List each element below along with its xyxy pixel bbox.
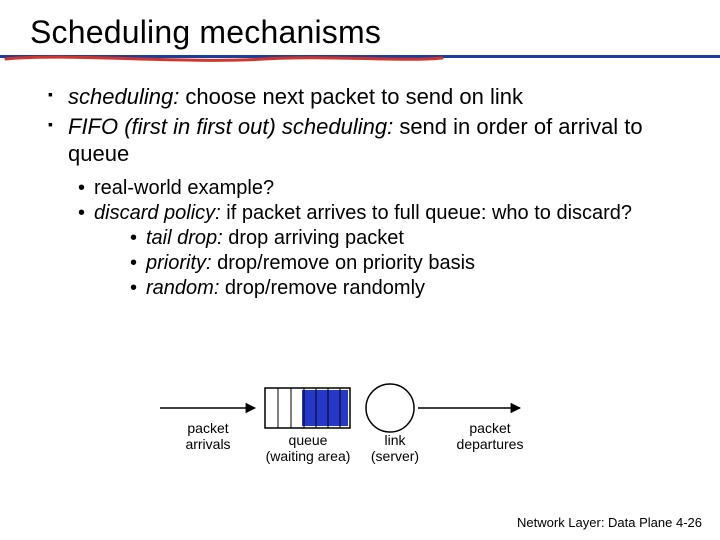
term-random: random: [146,277,219,299]
queue-icon [265,388,350,428]
label-queue-l1: queue [289,432,328,448]
label-link-l1: link [384,432,405,448]
red-underline-icon [4,54,444,66]
label-link: link (server) [365,432,425,464]
slide-footer: Network Layer: Data Plane 4-26 [517,515,702,530]
label-queue-l2: (waiting area) [266,448,351,464]
sub2-bullets: tail drop: drop arriving packet priority… [94,226,690,301]
text: drop arriving packet [223,227,404,249]
label-queue: queue (waiting area) [258,432,358,464]
bullet-scheduling: scheduling: choose next packet to send o… [48,83,690,111]
label-arrivals: packetarrivals [178,420,238,452]
term-discard: discard policy: [94,202,221,224]
top-bullets: scheduling: choose next packet to send o… [30,83,690,168]
sub2-priority: priority: drop/remove on priority basis [130,251,690,276]
sub-real-world: real-world example? [78,176,690,201]
text: choose next packet to send on link [179,84,523,109]
text: drop/remove on priority basis [212,252,475,274]
term-scheduling: scheduling: [68,84,179,109]
slide: Scheduling mechanisms scheduling: choose… [0,0,720,540]
server-icon [366,384,414,432]
page-title: Scheduling mechanisms [30,14,690,51]
sub2-random: random: drop/remove randomly [130,276,690,301]
bullet-fifo: FIFO (first in first out) scheduling: se… [48,113,690,168]
sub2-tail-drop: tail drop: drop arriving packet [130,226,690,251]
queue-diagram: packetarrivals queue (waiting area) link… [150,378,590,488]
label-departures: packetdepartures [450,420,530,452]
term-fifo: FIFO (first in first out) scheduling: [68,114,393,139]
label-link-l2: (server) [371,448,419,464]
term-tail-drop: tail drop: [146,227,223,249]
title-underline [30,55,690,65]
sub-bullets: real-world example? discard policy: if p… [30,176,690,301]
sub-discard-policy: discard policy: if packet arrives to ful… [78,201,690,301]
text: if packet arrives to full queue: who to … [221,202,632,224]
text: drop/remove randomly [219,277,425,299]
term-priority: priority: [146,252,212,274]
